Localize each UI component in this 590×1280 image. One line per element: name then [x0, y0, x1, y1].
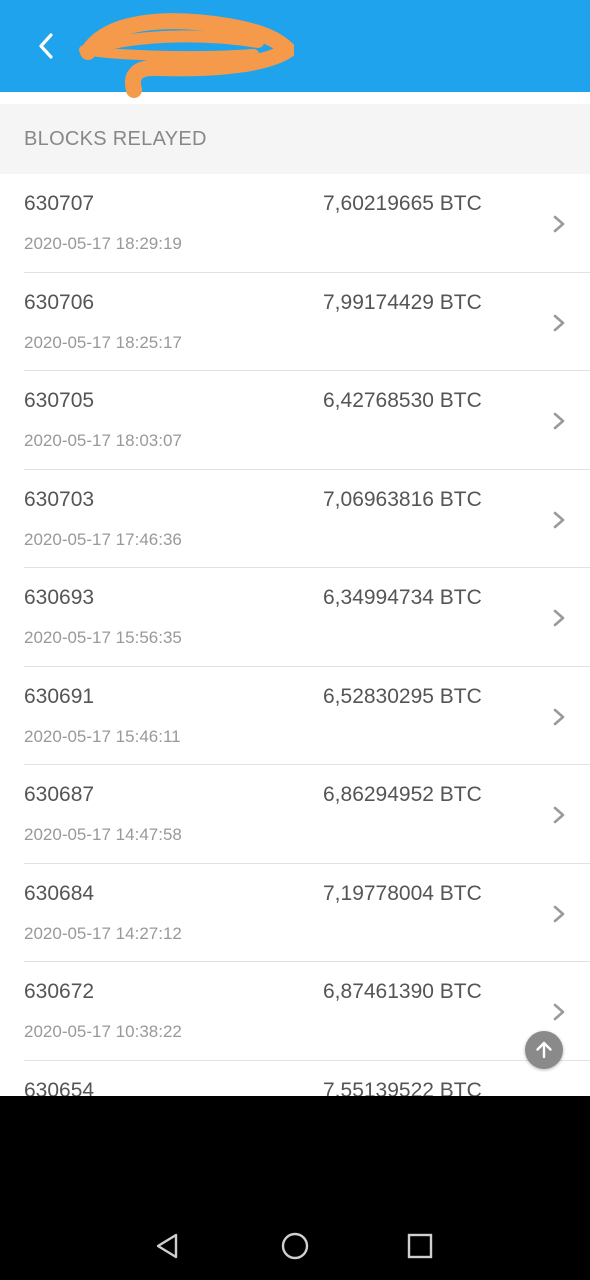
chevron-right-icon: [553, 1003, 565, 1021]
section-header: BLOCKS RELAYED: [0, 104, 590, 174]
circle-home-icon: [281, 1232, 309, 1260]
block-row[interactable]: 630693 6,34994734 BTC 2020-05-17 15:56:35: [0, 568, 590, 667]
arrow-up-icon: [536, 1041, 552, 1059]
block-reward: 6,52830295 BTC: [323, 684, 482, 708]
block-timestamp: 2020-05-17 14:47:58: [24, 825, 182, 844]
chevron-right-icon: [553, 806, 565, 824]
block-height: 630691: [24, 684, 95, 708]
block-timestamp: 2020-05-17 15:56:35: [24, 628, 182, 647]
block-row[interactable]: 630687 6,86294952 BTC 2020-05-17 14:47:58: [0, 765, 590, 864]
chevron-right-icon: [553, 905, 565, 922]
block-row[interactable]: 630705 6,42768530 BTC 2020-05-17 18:03:07: [0, 371, 590, 470]
block-row[interactable]: 630706 7,99174429 BTC 2020-05-17 18:25:17: [0, 273, 590, 371]
block-reward: 7,99174429 BTC: [323, 290, 482, 314]
block-reward: 7,19778004 BTC: [323, 881, 482, 905]
block-row[interactable]: 630672 6,87461390 BTC 2020-05-17 10:38:22: [0, 962, 590, 1061]
chevron-right-icon: [553, 215, 565, 233]
block-height: 630672: [24, 980, 95, 1003]
block-reward: 6,87461390 BTC: [323, 980, 482, 1003]
block-height: 630707: [24, 192, 95, 215]
blocks-list: 630707 7,60219665 BTC 2020-05-17 18:29:19 6…: [0, 174, 590, 1096]
app-bar: [0, 0, 590, 98]
block-height: 630654: [24, 1078, 95, 1097]
block-timestamp: 2020-05-17 17:46:36: [24, 529, 182, 549]
system-home-button[interactable]: [275, 1226, 315, 1266]
chevron-right-icon: [553, 314, 565, 331]
chevron-right-icon: [553, 609, 565, 627]
block-height: 630687: [24, 783, 95, 806]
block-timestamp: 2020-05-17 15:46:11: [24, 726, 181, 746]
block-height: 630703: [24, 487, 95, 511]
chevron-left-icon: [39, 33, 53, 59]
scroll-to-top-button[interactable]: [525, 1031, 563, 1069]
block-row[interactable]: 630703 7,06963816 BTC 2020-05-17 17:46:36: [0, 470, 590, 568]
block-row[interactable]: 630684 7,19778004 BTC 2020-05-17 14:27:12: [0, 864, 590, 962]
chevron-right-icon: [553, 708, 565, 725]
app-screen: BLOCKS RELAYED 630707 7,60219665 BTC 2020-…: [0, 0, 590, 1096]
system-recents-button[interactable]: [400, 1226, 440, 1266]
block-reward: 7,06963816 BTC: [323, 487, 482, 511]
redacted-title-scribble: [79, 13, 294, 98]
block-timestamp: 2020-05-17 14:27:12: [24, 923, 182, 943]
block-reward: 6,86294952 BTC: [323, 783, 482, 806]
system-back-button[interactable]: [148, 1226, 188, 1266]
block-row[interactable]: 630654 7,55139522 BTC: [0, 1061, 590, 1097]
block-row[interactable]: 630691 6,52830295 BTC 2020-05-17 15:46:11: [0, 667, 590, 765]
square-recents-icon: [407, 1233, 433, 1259]
block-height: 630693: [24, 586, 95, 609]
block-height: 630684: [24, 881, 95, 905]
block-timestamp: 2020-05-17 18:25:17: [24, 332, 182, 352]
block-timestamp: 2020-05-17 18:29:19: [24, 234, 182, 253]
block-timestamp: 2020-05-17 10:38:22: [24, 1022, 182, 1041]
system-navigation-bar: [0, 1096, 590, 1280]
block-reward: 7,55139522 BTC: [323, 1078, 482, 1097]
block-timestamp: 2020-05-17 18:03:07: [24, 431, 182, 450]
block-reward: 6,42768530 BTC: [323, 389, 482, 412]
block-reward: 6,34994734 BTC: [323, 586, 482, 609]
chevron-right-icon: [553, 511, 565, 528]
block-height: 630705: [24, 389, 95, 412]
triangle-back-icon: [156, 1233, 178, 1259]
block-reward: 7,60219665 BTC: [323, 192, 482, 215]
section-title: BLOCKS RELAYED: [24, 128, 207, 150]
block-height: 630706: [24, 290, 95, 314]
back-button[interactable]: [26, 24, 70, 68]
block-row[interactable]: 630707 7,60219665 BTC 2020-05-17 18:29:19: [0, 174, 590, 273]
chevron-right-icon: [553, 412, 565, 430]
